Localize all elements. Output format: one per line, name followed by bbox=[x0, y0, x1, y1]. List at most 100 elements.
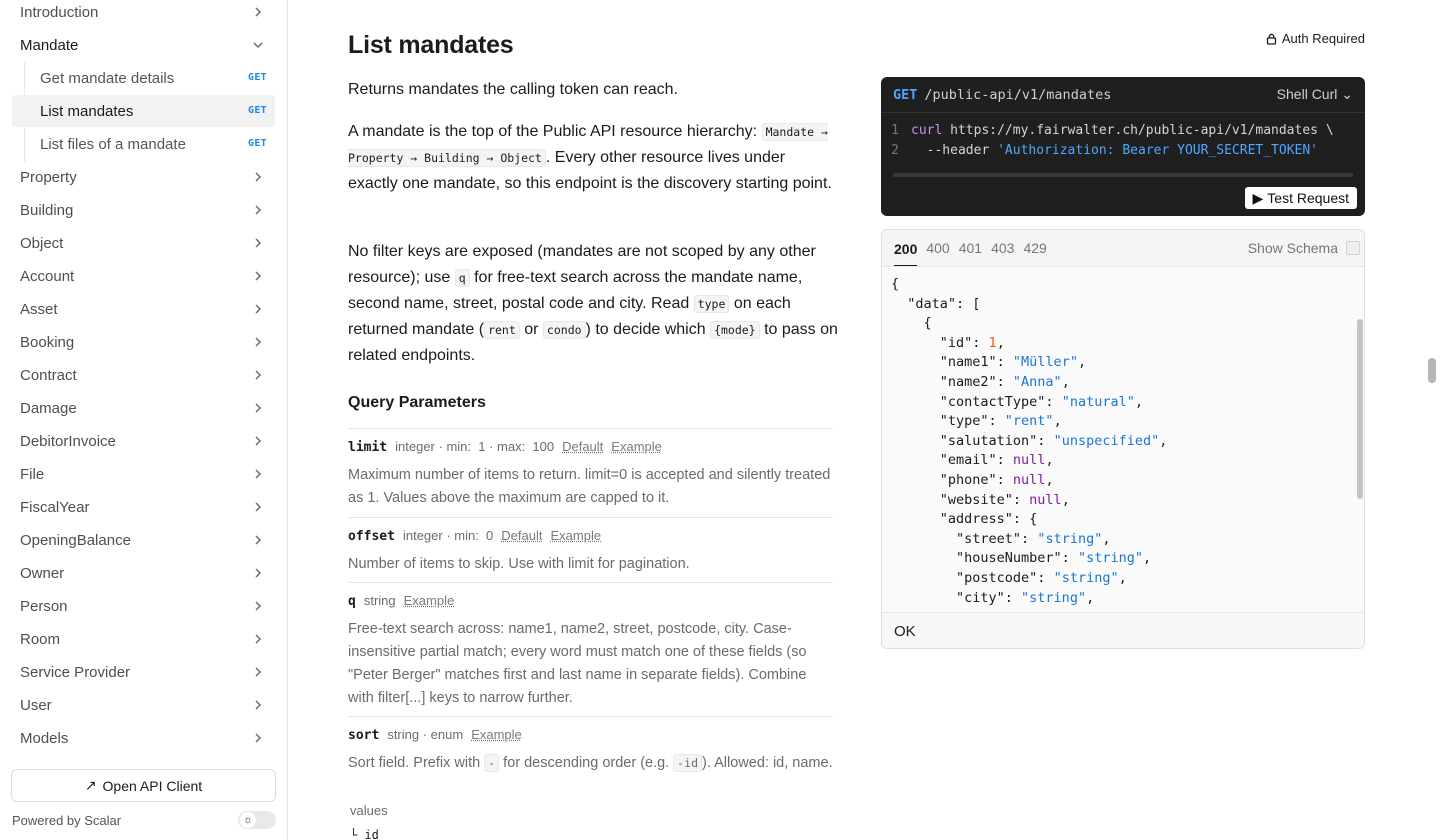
theme-toggle[interactable]: ☼ bbox=[238, 811, 276, 829]
sidebar-item-models[interactable]: Models bbox=[12, 722, 275, 754]
sidebar-item-person[interactable]: Person bbox=[12, 590, 275, 622]
default-link[interactable]: Default bbox=[562, 439, 603, 454]
param-description: Sort field. Prefix with - for descending… bbox=[348, 752, 833, 775]
param-description: Number of items to skip. Use with limit … bbox=[348, 556, 690, 572]
tab-401[interactable]: 401 bbox=[959, 240, 982, 256]
sidebar-item-owner[interactable]: Owner bbox=[12, 557, 275, 589]
horizontal-scrollbar[interactable] bbox=[893, 173, 1353, 177]
param-meta: string · enum bbox=[387, 727, 464, 742]
sidebar-item-fiscalyear[interactable]: FiscalYear bbox=[12, 491, 275, 523]
chevron-right-icon bbox=[255, 634, 262, 644]
method-badge: GET bbox=[248, 72, 267, 83]
show-schema-label: Show Schema bbox=[1247, 240, 1338, 256]
sidebar-item-label: Service Provider bbox=[20, 663, 131, 681]
response-status-text: OK bbox=[882, 612, 1364, 648]
json-value: "Anna" bbox=[1012, 373, 1062, 390]
description-paragraph: No filter keys are exposed (mandates are… bbox=[348, 239, 838, 369]
sidebar: Introduction Mandate Get mandate details… bbox=[0, 0, 288, 840]
code-token: 'Authorization: Bearer YOUR_SECRET_TOKEN… bbox=[997, 142, 1319, 158]
sidebar-item-building[interactable]: Building bbox=[12, 194, 275, 226]
sidebar-item-object[interactable]: Object bbox=[12, 227, 275, 259]
inline-code: type bbox=[693, 295, 730, 313]
json-value: null bbox=[1012, 452, 1046, 469]
code-token: curl bbox=[911, 123, 943, 138]
chevron-right-icon bbox=[255, 469, 262, 479]
sidebar-item-label: Get mandate details bbox=[40, 69, 175, 87]
open-api-client-button[interactable]: ↗ Open API Client bbox=[11, 769, 276, 802]
request-example-card: GET /public-api/v1/mandates Shell Curl ⌄… bbox=[881, 77, 1365, 216]
code-token: --header bbox=[926, 142, 990, 158]
sidebar-item-contract[interactable]: Contract bbox=[12, 359, 275, 391]
sidebar-item-label: Owner bbox=[20, 564, 65, 582]
sidebar-item-introduction[interactable]: Introduction bbox=[12, 0, 275, 28]
tab-403[interactable]: 403 bbox=[991, 240, 1014, 256]
param-meta: integer · min: 0 bbox=[402, 528, 494, 543]
description-text: Returns mandates the calling token can r… bbox=[348, 81, 678, 98]
param-q: q string Example Free-text search across… bbox=[348, 582, 833, 710]
chevron-right-icon bbox=[255, 370, 262, 380]
sidebar-item-booking[interactable]: Booking bbox=[12, 326, 275, 358]
sidebar-item-label: Person bbox=[20, 597, 68, 615]
chevron-right-icon bbox=[255, 337, 262, 347]
powered-by: Powered by Scalar bbox=[12, 813, 122, 828]
vertical-scrollbar[interactable] bbox=[1357, 319, 1363, 499]
chevron-right-icon bbox=[255, 172, 262, 182]
sidebar-item-label: Building bbox=[20, 201, 74, 219]
example-link[interactable]: Example bbox=[471, 727, 522, 742]
code-line: 1 curl https://my.fairwalter.ch/public-ap… bbox=[891, 123, 1334, 138]
show-schema-checkbox[interactable] bbox=[1346, 241, 1360, 255]
tab-400[interactable]: 400 bbox=[926, 240, 949, 256]
json-value: "unspecified" bbox=[1053, 432, 1160, 449]
example-link[interactable]: Example bbox=[551, 528, 602, 543]
sidebar-item-openingbalance[interactable]: OpeningBalance bbox=[12, 524, 275, 556]
sidebar-item-user[interactable]: User bbox=[12, 689, 275, 721]
code-token: https://my.fairwalter.ch/public-api/v1/m… bbox=[950, 123, 1334, 138]
chevron-right-icon bbox=[255, 436, 262, 446]
test-request-button[interactable]: ▶ Test Request bbox=[1244, 187, 1357, 209]
sidebar-item-mandate[interactable]: Mandate bbox=[12, 29, 275, 61]
sidebar-item-label: Object bbox=[20, 234, 64, 252]
open-api-client-label: Open API Client bbox=[102, 777, 203, 794]
arrow-up-right-icon: ↗ bbox=[84, 777, 97, 793]
tab-429[interactable]: 429 bbox=[1023, 240, 1046, 256]
param-description: Free-text search across: name1, name2, s… bbox=[348, 621, 807, 706]
sidebar-item-get-mandate-details[interactable]: Get mandate details GET bbox=[12, 62, 275, 94]
sidebar-item-service-provider[interactable]: Service Provider bbox=[12, 656, 275, 688]
sidebar-item-label: DebitorInvoice bbox=[20, 432, 116, 450]
response-tabs: 200 400 401 403 429 Show Schema bbox=[882, 230, 1364, 267]
description-text: or bbox=[524, 321, 539, 338]
page-scrollbar[interactable] bbox=[1428, 358, 1436, 383]
json-viewer: { "data": [ { "id": 1, "name1": "Müller"… bbox=[891, 276, 1168, 606]
sidebar-item-room[interactable]: Room bbox=[12, 623, 275, 655]
param-name: sort bbox=[348, 728, 380, 743]
sun-icon: ☼ bbox=[240, 812, 256, 828]
param-limit: limit integer · min: 1 · max: 100 Defaul… bbox=[348, 428, 833, 510]
query-parameters-title: Query Parameters bbox=[348, 394, 486, 411]
param-sort: sort string · enum Example Sort field. P… bbox=[348, 716, 833, 775]
sidebar-item-asset[interactable]: Asset bbox=[12, 293, 275, 325]
sidebar-item-debitorinvoice[interactable]: DebitorInvoice bbox=[12, 425, 275, 457]
language-select[interactable]: Shell Curl ⌄ bbox=[1277, 86, 1353, 103]
sidebar-item-account[interactable]: Account bbox=[12, 260, 275, 292]
json-value: null bbox=[1012, 471, 1046, 488]
inline-code: rent bbox=[484, 321, 520, 339]
default-link[interactable]: Default bbox=[501, 528, 542, 543]
sidebar-item-label: Property bbox=[20, 168, 77, 186]
inline-code: - bbox=[484, 754, 500, 772]
sidebar-item-list-files-of-a-mandate[interactable]: List files of a mandate GET bbox=[12, 128, 275, 160]
chevron-right-icon bbox=[255, 205, 262, 215]
sidebar-item-label: Booking bbox=[20, 333, 75, 351]
sidebar-item-property[interactable]: Property bbox=[12, 161, 275, 193]
tab-200[interactable]: 200 bbox=[894, 241, 918, 266]
sidebar-item-label: List files of a mandate bbox=[40, 135, 186, 153]
param-name: limit bbox=[348, 440, 388, 455]
example-link[interactable]: Example bbox=[611, 439, 662, 454]
sidebar-item-list-mandates[interactable]: List mandates GET bbox=[12, 95, 275, 127]
example-link[interactable]: Example bbox=[404, 593, 455, 608]
sidebar-item-damage[interactable]: Damage bbox=[12, 392, 275, 424]
json-value: "string" bbox=[1021, 589, 1087, 606]
show-schema-toggle[interactable]: Show Schema bbox=[1248, 240, 1360, 256]
sidebar-item-file[interactable]: File bbox=[12, 458, 275, 490]
inline-code: {mode} bbox=[710, 321, 760, 339]
response-example-card: 200 400 401 403 429 Show Schema { "data"… bbox=[881, 229, 1365, 649]
